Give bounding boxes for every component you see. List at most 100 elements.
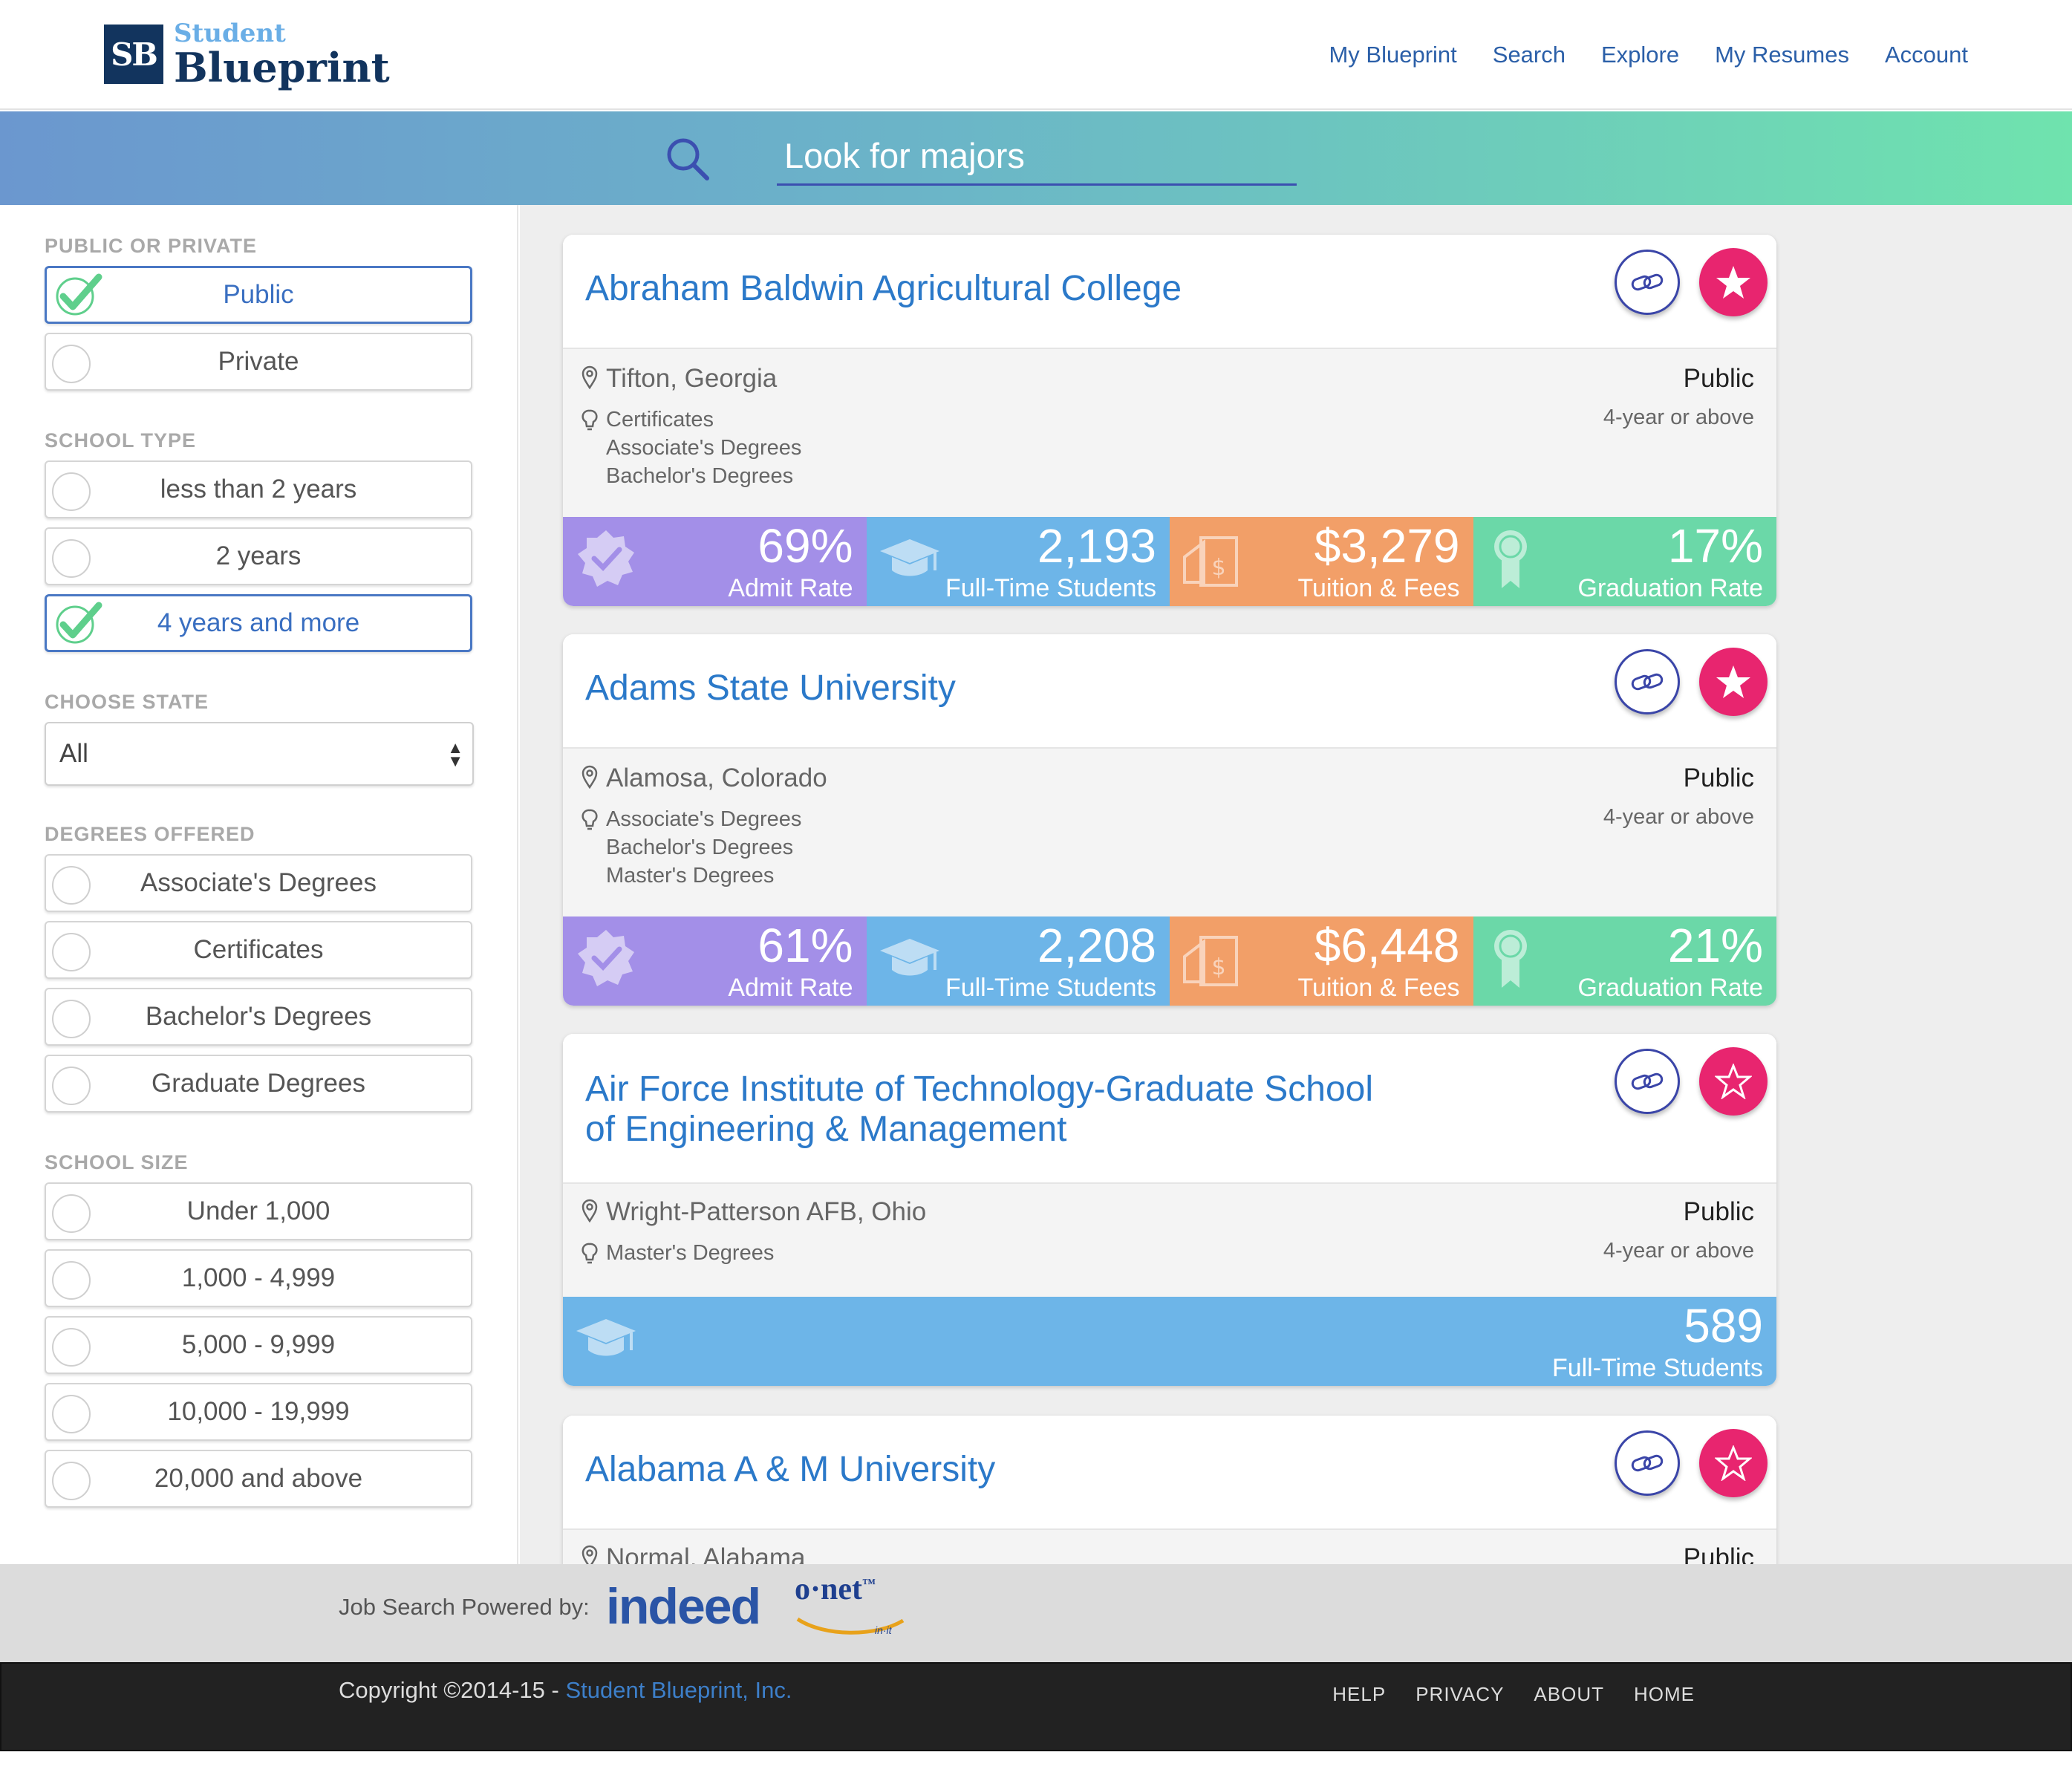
college-level: 4-year or above xyxy=(1603,406,1754,429)
filter-associates[interactable]: Associate's Degrees xyxy=(45,854,472,912)
link-icon xyxy=(1631,1072,1664,1090)
search-icon[interactable] xyxy=(664,135,711,183)
award-ribbon-icon xyxy=(1493,530,1527,588)
filter-size-1000-4999[interactable]: 1,000 - 4,999 xyxy=(45,1249,472,1307)
search-band xyxy=(0,111,2072,205)
filter-graduate[interactable]: Graduate Degrees xyxy=(45,1055,472,1113)
stat-label: Graduation Rate xyxy=(1577,974,1764,1002)
filter-label: less than 2 years xyxy=(160,475,357,504)
footer-privacy-link[interactable]: PRIVACY xyxy=(1415,1683,1504,1706)
nav-account[interactable]: Account xyxy=(1885,42,1968,68)
radio-icon xyxy=(52,1462,91,1500)
filter-size-10000-19999[interactable]: 10,000 - 19,999 xyxy=(45,1383,472,1441)
bottom-strip xyxy=(0,1751,2072,1781)
stat-value: 61% xyxy=(758,919,853,972)
company-link[interactable]: Student Blueprint, Inc. xyxy=(565,1677,792,1703)
footer-help-link[interactable]: HELP xyxy=(1332,1683,1386,1706)
stats-bar: 589 Full-Time Students xyxy=(563,1297,1776,1386)
radio-icon xyxy=(52,1261,91,1300)
college-name[interactable]: Alabama A & M University xyxy=(585,1450,1402,1490)
filter-sidebar: PUBLIC OR PRIVATE Public Private SCHOOL … xyxy=(0,205,518,1564)
filter-size-under-1000[interactable]: Under 1,000 xyxy=(45,1182,472,1240)
filter-label: Bachelor's Degrees xyxy=(145,1002,372,1031)
favorite-button[interactable] xyxy=(1699,648,1768,716)
college-location: Normal, Alabama xyxy=(581,1543,805,1564)
radio-icon xyxy=(52,472,91,511)
star-outline-icon xyxy=(1715,1445,1752,1481)
copyright-text: Copyright ©2014-15 - Student Blueprint, … xyxy=(339,1677,792,1703)
powered-by-bar: Job Search Powered by: indeed o·net™ in·… xyxy=(0,1564,2072,1662)
filter-public[interactable]: Public xyxy=(45,266,472,324)
nav-my-blueprint[interactable]: My Blueprint xyxy=(1329,42,1456,68)
radio-icon xyxy=(52,1194,91,1233)
state-select-value: All xyxy=(59,739,88,768)
stat-label: Full-Time Students xyxy=(945,974,1156,1002)
college-card: Abraham Baldwin Agricultural College Tif… xyxy=(563,235,1776,606)
main-nav: My Blueprint Search Explore My Resumes A… xyxy=(1329,42,1968,68)
logo-mark: SB xyxy=(104,25,163,84)
link-icon xyxy=(1631,1454,1664,1472)
radio-icon xyxy=(52,345,91,383)
filter-size-5000-9999[interactable]: 5,000 - 9,999 xyxy=(45,1316,472,1374)
filter-title-school-type: SCHOOL TYPE xyxy=(45,429,197,452)
footer-home-link[interactable]: HOME xyxy=(1634,1683,1695,1706)
filter-bachelors[interactable]: Bachelor's Degrees xyxy=(45,988,472,1046)
filter-label: 20,000 and above xyxy=(154,1464,363,1493)
filter-label: 1,000 - 4,999 xyxy=(181,1263,336,1292)
filter-size-20000-above[interactable]: 20,000 and above xyxy=(45,1450,472,1508)
tuition-bill-icon: $ xyxy=(1183,536,1238,587)
verified-badge-icon xyxy=(578,930,634,986)
stats-bar: 69% Admit Rate 2,193 Full-Time Students … xyxy=(563,517,1776,606)
filter-label: Public xyxy=(223,280,294,309)
filter-less-than-2-years[interactable]: less than 2 years xyxy=(45,460,472,518)
graduation-cap-icon xyxy=(576,1319,636,1356)
stat-students: 2,193 Full-Time Students xyxy=(866,517,1170,606)
filter-private[interactable]: Private xyxy=(45,333,472,391)
college-name[interactable]: Air Force Institute of Technology-Gradua… xyxy=(585,1069,1402,1150)
filter-4-years-and-more[interactable]: 4 years and more xyxy=(45,594,472,652)
svg-text:$: $ xyxy=(1211,954,1225,980)
link-button[interactable] xyxy=(1615,1049,1680,1114)
checkmark-icon xyxy=(56,602,102,644)
filter-label: 10,000 - 19,999 xyxy=(167,1397,350,1426)
nav-explore[interactable]: Explore xyxy=(1601,42,1679,68)
college-degrees: Master's Degrees xyxy=(581,1239,774,1267)
search-input[interactable] xyxy=(777,128,1297,186)
filter-label: Under 1,000 xyxy=(186,1196,330,1225)
filter-2-years[interactable]: 2 years xyxy=(45,527,472,585)
radio-icon xyxy=(52,866,91,905)
favorite-button[interactable] xyxy=(1699,1429,1768,1497)
site-logo[interactable]: SB Student Blueprint xyxy=(104,21,390,88)
stat-label: Graduation Rate xyxy=(1577,574,1764,602)
star-filled-icon xyxy=(1716,266,1750,299)
nav-search[interactable]: Search xyxy=(1493,42,1566,68)
state-select[interactable]: All ▲ ▼ xyxy=(45,722,474,786)
copyright-bar: Copyright ©2014-15 - Student Blueprint, … xyxy=(0,1662,2072,1751)
favorite-button[interactable] xyxy=(1699,1047,1768,1116)
radio-icon xyxy=(52,1067,91,1105)
footer-about-link[interactable]: ABOUT xyxy=(1534,1683,1604,1706)
stat-label: Admit Rate xyxy=(728,574,853,602)
filter-certificates[interactable]: Certificates xyxy=(45,921,472,979)
onet-logo[interactable]: o·net™ xyxy=(795,1572,876,1607)
nav-my-resumes[interactable]: My Resumes xyxy=(1715,42,1849,68)
college-level: 4-year or above xyxy=(1603,805,1754,829)
college-name[interactable]: Adams State University xyxy=(585,668,1402,709)
college-location: Wright-Patterson AFB, Ohio xyxy=(581,1197,926,1227)
stat-students: 589 Full-Time Students xyxy=(563,1297,1776,1386)
link-button[interactable] xyxy=(1615,250,1680,315)
favorite-button[interactable] xyxy=(1699,248,1768,316)
results-area: Abraham Baldwin Agricultural College Tif… xyxy=(520,205,2072,1564)
college-name[interactable]: Abraham Baldwin Agricultural College xyxy=(585,269,1402,309)
stats-bar: 61% Admit Rate 2,208 Full-Time Students … xyxy=(563,916,1776,1006)
onet-swoosh-icon: in·it xyxy=(796,1617,905,1636)
indeed-logo[interactable]: indeed xyxy=(606,1577,761,1635)
stat-admit-rate: 61% Admit Rate xyxy=(563,916,867,1006)
college-location: Tifton, Georgia xyxy=(581,364,777,394)
filter-label: Private xyxy=(218,347,299,376)
link-button[interactable] xyxy=(1615,1430,1680,1496)
college-location: Alamosa, Colorado xyxy=(581,763,827,793)
college-control: Public xyxy=(1683,1197,1754,1226)
link-button[interactable] xyxy=(1615,649,1680,714)
college-level: 4-year or above xyxy=(1603,1239,1754,1263)
